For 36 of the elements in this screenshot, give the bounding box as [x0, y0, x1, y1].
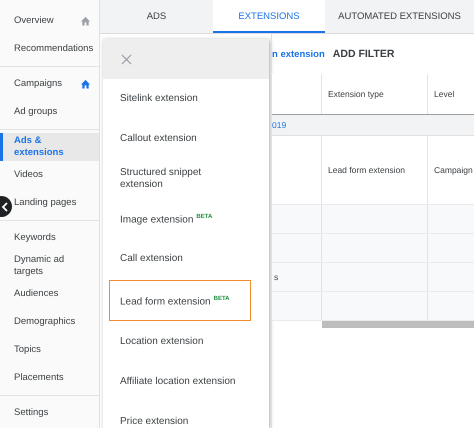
- tab[interactable]: ADS: [100, 0, 213, 33]
- table-cell: Campaign: [434, 165, 473, 175]
- sidebar-item[interactable]: Landing pages: [14, 189, 99, 217]
- sidebar-item[interactable]: Topics: [14, 336, 99, 364]
- sidebar-item[interactable]: Settings: [14, 399, 99, 427]
- menu-item[interactable]: Image extension $^{BETA}$: [109, 200, 251, 238]
- sidebar-item[interactable]: Videos: [14, 161, 99, 189]
- sidebar-item[interactable]: Ads & extensions: [0, 133, 99, 161]
- sidebar-item[interactable]: Dynamic ad targets: [14, 252, 99, 280]
- tab[interactable]: AUTOMATED EXTENSIONS: [325, 0, 474, 33]
- sidebar-item[interactable]: Placements: [14, 364, 99, 392]
- sidebar-item[interactable]: Recommendations: [14, 35, 99, 63]
- table-cell: Lead form extension: [328, 165, 406, 175]
- sidebar-item[interactable]: Demographics: [14, 308, 99, 336]
- sidebar-item[interactable]: Campaigns: [14, 70, 99, 98]
- sidebar-item[interactable]: Overview: [14, 7, 99, 35]
- menu-item[interactable]: Price extension: [109, 403, 251, 428]
- sidebar-item[interactable]: Ad groups: [14, 98, 99, 126]
- menu-item[interactable]: Lead form extension $^{BETA}$: [109, 280, 251, 321]
- sidebar-item[interactable]: Keywords: [14, 224, 99, 252]
- menu-item[interactable]: Call extension: [109, 240, 251, 278]
- column-header: Level: [434, 89, 454, 99]
- extension-link[interactable]: n extension: [272, 48, 325, 60]
- close-icon[interactable]: [121, 54, 132, 64]
- sidebar-item[interactable]: Audiences: [14, 280, 99, 308]
- scrollbar[interactable]: [322, 321, 474, 328]
- add-filter-button[interactable]: ADD FILTER: [332, 48, 394, 60]
- menu-item[interactable]: Location extension: [109, 323, 251, 361]
- date-group-label: 019: [272, 120, 286, 130]
- menu-item[interactable]: Callout extension: [109, 120, 251, 158]
- column-header: Extension type: [328, 89, 384, 99]
- table-cell: s: [274, 272, 278, 282]
- menu-item[interactable]: Structured snippet extension: [109, 160, 251, 198]
- menu-item[interactable]: Affiliate location extension: [109, 363, 251, 401]
- menu-item[interactable]: Sitelink extension: [109, 80, 251, 118]
- chevron-left-icon: [1, 202, 9, 212]
